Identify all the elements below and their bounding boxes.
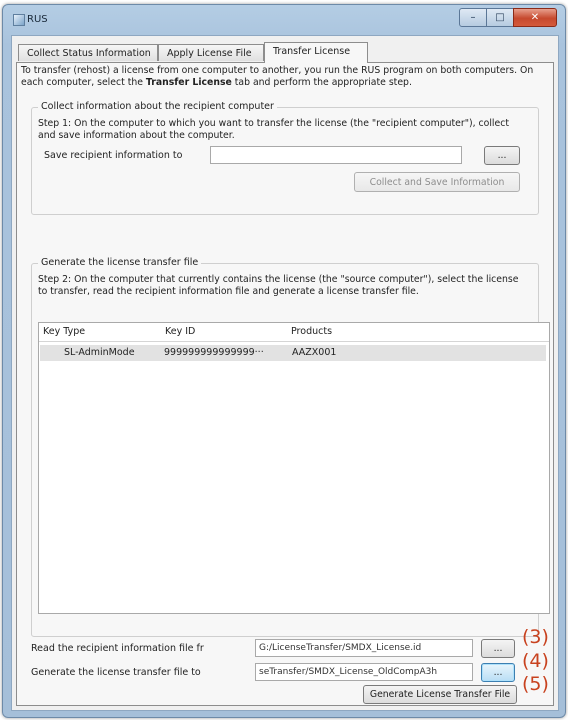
- collect-group-title: Collect information about the recipient …: [38, 101, 277, 112]
- generate-license-transfer-file-button[interactable]: Generate License Transfer File: [363, 685, 517, 704]
- window-controls: – □ ✕: [459, 8, 557, 27]
- read-recipient-label: Read the recipient information file fr: [31, 643, 204, 654]
- callout-4: (4): [522, 650, 549, 672]
- transfer-license-panel: To transfer (rehost) a license from one …: [16, 62, 554, 706]
- tab-apply-license[interactable]: Apply License File: [158, 44, 264, 61]
- license-key-id-cell: 999999999999999···: [164, 347, 264, 358]
- column-header-key-id[interactable]: Key ID: [165, 326, 195, 337]
- generate-transfer-group: Generate the license transfer file Step …: [31, 257, 550, 637]
- license-key-type-cell: SL-AdminMode: [64, 347, 135, 358]
- column-header-products[interactable]: Products: [291, 326, 332, 337]
- intro-text: To transfer (rehost) a license from one …: [21, 65, 549, 89]
- generate-transfer-browse-button[interactable]: ...: [481, 663, 515, 682]
- collect-and-save-button[interactable]: Collect and Save Information: [354, 172, 520, 192]
- step1-text: Step 1: On the computer to which you wan…: [38, 118, 509, 141]
- save-recipient-label: Save recipient information to: [44, 150, 183, 161]
- read-recipient-input[interactable]: G:/LicenseTransfer/SMDX_License.id: [255, 639, 473, 657]
- intro-text-bold: Transfer License: [145, 77, 232, 88]
- read-recipient-browse-button[interactable]: ...: [481, 639, 515, 658]
- title-bar[interactable]: RUS – □ ✕: [3, 5, 565, 35]
- collect-info-group: Collect information about the recipient …: [31, 101, 539, 215]
- license-row[interactable]: SL-AdminMode 999999999999999··· AAZX001: [40, 345, 546, 361]
- close-button[interactable]: ✕: [513, 8, 557, 27]
- save-recipient-input[interactable]: [210, 146, 462, 164]
- license-list-header: Key Type Key ID Products: [39, 323, 549, 342]
- client-area: Collect Status Information Apply License…: [11, 35, 559, 711]
- app-window: RUS – □ ✕ Collect Status Information App…: [2, 4, 566, 718]
- window-title: RUS: [27, 14, 48, 25]
- tab-collect-status[interactable]: Collect Status Information: [18, 44, 158, 61]
- column-header-key-type[interactable]: Key Type: [43, 326, 85, 337]
- generate-transfer-input[interactable]: seTransfer/SMDX_License_OldCompA3h: [255, 663, 473, 681]
- generate-group-title: Generate the license transfer file: [38, 257, 202, 268]
- generate-transfer-label: Generate the license transfer file to: [31, 667, 201, 678]
- tab-transfer-license[interactable]: Transfer License: [264, 42, 368, 63]
- app-icon: [13, 14, 25, 26]
- save-recipient-browse-button[interactable]: ...: [484, 146, 520, 165]
- maximize-button[interactable]: □: [486, 8, 514, 27]
- license-list[interactable]: Key Type Key ID Products SL-AdminMode 99…: [38, 322, 550, 614]
- minimize-button[interactable]: –: [459, 8, 487, 27]
- callout-3: (3): [522, 626, 549, 648]
- step2-text: Step 2: On the computer that currently c…: [38, 274, 519, 297]
- intro-text-end: tab and perform the appropriate step.: [231, 77, 412, 88]
- license-products-cell: AAZX001: [292, 347, 337, 358]
- callout-5: (5): [522, 673, 549, 695]
